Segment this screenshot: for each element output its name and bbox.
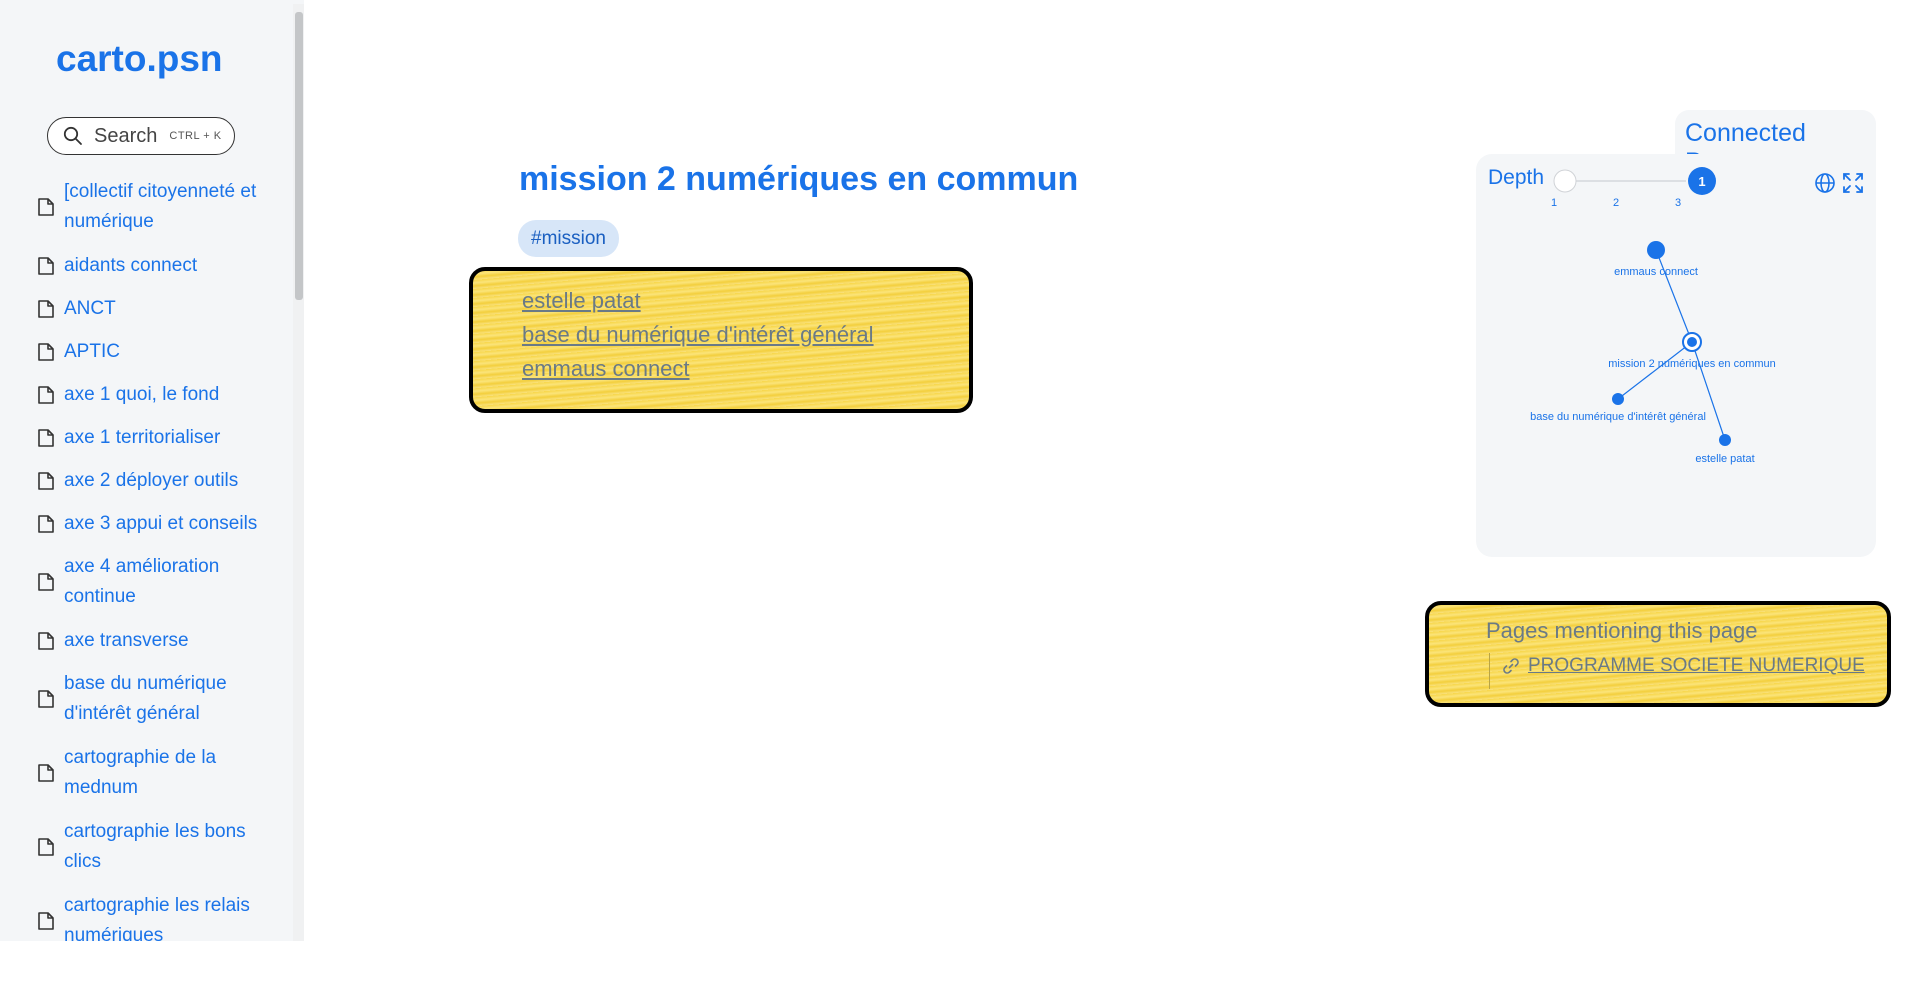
graph-node-label: emmaus connect (1614, 266, 1698, 278)
sidebar: carto.psn Search CTRL + K [collectif cit… (0, 0, 304, 941)
file-icon (37, 572, 57, 592)
file-icon (37, 911, 57, 931)
sidebar-item[interactable]: axe 1 quoi, le fond (0, 373, 292, 416)
sidebar-item[interactable]: axe 4 amélioration continue (0, 545, 292, 619)
expand-icon[interactable] (1843, 173, 1863, 193)
file-icon (37, 471, 57, 491)
search-button[interactable]: Search CTRL + K (47, 117, 235, 155)
sidebar-item-label: ANCT (64, 297, 116, 319)
file-icon (37, 689, 57, 709)
graph-node-label: estelle patat (1695, 453, 1754, 465)
sidebar-item[interactable]: APTIC (0, 330, 292, 373)
page-links-block: estelle patat base du numérique d'intérê… (469, 267, 973, 413)
file-icon (37, 197, 57, 217)
page-link[interactable]: base du numérique d'intérêt général (522, 318, 874, 352)
link-icon (1503, 658, 1519, 674)
file-icon (37, 837, 57, 857)
globe-icon[interactable] (1815, 173, 1835, 193)
site-brand[interactable]: carto.psn (56, 38, 223, 80)
connected-pages-panel: Depth 1 2 3 1 emmaus connect mission 2 n… (1476, 154, 1876, 557)
sidebar-item[interactable]: axe transverse (0, 619, 292, 662)
sidebar-item-label: APTIC (64, 340, 120, 362)
depth-slider[interactable]: 1 2 3 (1551, 169, 1686, 209)
sidebar-item[interactable]: axe 3 appui et conseils (0, 502, 292, 545)
sidebar-item[interactable]: aidants connect (0, 244, 292, 287)
graph-view[interactable]: 1 2 3 1 emmaus connect mission 2 numériq… (1476, 154, 1876, 557)
depth-value: 1 (1698, 174, 1705, 189)
file-icon (37, 514, 57, 534)
tag-badge[interactable]: #mission (518, 220, 619, 257)
depth-tick: 3 (1675, 197, 1681, 209)
sidebar-item-label: aidants connect (64, 254, 198, 276)
sidebar-item[interactable]: base du numérique d'intérêt général (0, 662, 292, 736)
sidebar-item-label: cartographie les bons clics (64, 821, 246, 872)
sidebar-item-label: axe 2 déployer outils (64, 469, 239, 491)
graph-node[interactable]: base du numérique d'intérêt général (1530, 393, 1706, 423)
backlinks-block: Pages mentioning this page PROGRAMME SOC… (1425, 601, 1891, 707)
sidebar-item-label: axe 1 quoi, le fond (64, 383, 220, 405)
file-icon (37, 299, 57, 319)
depth-slider-handle[interactable] (1553, 169, 1577, 193)
sidebar-item-label: axe 3 appui et conseils (64, 512, 258, 534)
page-link[interactable]: estelle patat (522, 284, 874, 318)
sidebar-scrollbar-thumb[interactable] (295, 12, 303, 300)
sidebar-item-label: base du numérique d'intérêt général (64, 673, 227, 724)
sidebar-item[interactable]: axe 2 déployer outils (0, 459, 292, 502)
file-icon (37, 385, 57, 405)
backlinks-divider (1489, 653, 1490, 689)
sidebar-item[interactable]: axe 1 territorialiser (0, 416, 292, 459)
sidebar-item-label: axe transverse (64, 629, 189, 651)
graph-node-label: mission 2 numériques en commun (1608, 358, 1776, 370)
graph-node-current[interactable]: mission 2 numériques en commun (1608, 332, 1776, 370)
sidebar-item-label: axe 1 territorialiser (64, 426, 221, 448)
sidebar-item-label: cartographie les relais numériques (64, 895, 250, 941)
graph-node[interactable]: emmaus connect (1614, 241, 1698, 278)
file-icon (37, 631, 57, 651)
depth-tick: 1 (1551, 197, 1557, 209)
file-icon (37, 763, 57, 783)
sidebar-item[interactable]: cartographie les relais numériques (0, 884, 292, 941)
file-icon (37, 256, 57, 276)
sidebar-item-label: cartographie de la mednum (64, 747, 217, 798)
search-shortcut: CTRL + K (169, 130, 222, 142)
page-link[interactable]: emmaus connect (522, 352, 874, 386)
sidebar-item-label: [collectif citoyenneté et numérique (64, 181, 257, 232)
depth-tick: 2 (1613, 197, 1619, 209)
sidebar-item[interactable]: ANCT (0, 287, 292, 330)
connected-pages-tab[interactable]: Connected Pages (1675, 110, 1876, 176)
backlink-label: PROGRAMME SOCIETE NUMERIQUE (1528, 655, 1865, 676)
graph-node[interactable]: estelle patat (1695, 434, 1755, 465)
sidebar-item-label: axe 4 amélioration continue (64, 556, 220, 607)
sidebar-item[interactable]: cartographie les bons clics (0, 810, 292, 884)
file-icon (37, 342, 57, 362)
sidebar-item[interactable]: cartographie de la mednum (0, 736, 292, 810)
search-icon (63, 126, 82, 145)
backlink-item[interactable]: PROGRAMME SOCIETE NUMERIQUE (1501, 655, 1865, 677)
file-icon (37, 428, 57, 448)
graph-node-label: base du numérique d'intérêt général (1530, 411, 1706, 423)
page-title: mission 2 numériques en commun (519, 160, 1079, 198)
sidebar-nav: [collectif citoyenneté et numérique aida… (0, 170, 292, 941)
search-label: Search (94, 124, 158, 147)
backlinks-title: Pages mentioning this page (1486, 618, 1758, 643)
sidebar-item[interactable]: [collectif citoyenneté et numérique (0, 170, 292, 244)
